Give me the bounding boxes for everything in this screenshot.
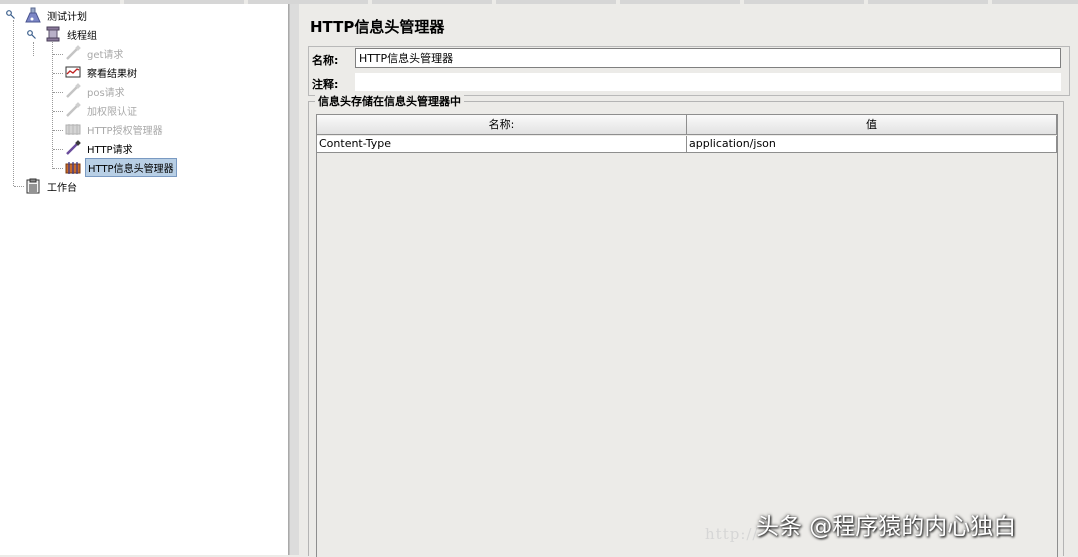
header-manager-panel: HTTP信息头管理器 名称: HTTP信息头管理器 注释: 信息头存储在信息头管… [299,4,1078,557]
tree-node-label: pos请求 [87,87,125,99]
headers-group: 信息头存储在信息头管理器中 名称: 值 Content-Type applica… [308,93,1064,557]
tree-connector [53,168,63,169]
expand-key-icon[interactable] [27,30,37,40]
column-header-value[interactable]: 值 [687,115,1057,135]
column-header-name[interactable]: 名称: [317,115,687,135]
tree-node-label: 工作台 [47,182,77,194]
tree-node-http-request[interactable]: HTTP请求 [65,139,135,157]
tree-node-test-plan[interactable]: 测试计划 [25,6,89,24]
tree-node-label: 测试计划 [47,11,87,23]
name-input[interactable]: HTTP信息头管理器 [355,48,1061,68]
comment-label: 注释: [312,78,339,91]
comment-input[interactable] [355,73,1061,91]
tree-node-http-header-manager[interactable]: HTTP信息头管理器 [65,157,177,177]
config-icon [65,124,81,135]
tree-node-view-results-tree[interactable]: 察看结果树 [65,63,139,81]
tree-node-label: HTTP信息头管理器 [85,157,177,177]
header-manager-icon [65,162,81,174]
page-title: HTTP信息头管理器 [310,18,445,36]
tree-node-get-request[interactable]: get请求 [65,44,125,62]
url-watermark: http:// [705,525,759,543]
headers-table[interactable]: 名称: 值 Content-Type application/json [316,114,1058,557]
name-comment-box: 名称: HTTP信息头管理器 注释: [308,46,1070,96]
pipette-icon [66,140,81,155]
tree-connector [13,20,14,186]
tree-connector [53,73,63,74]
table-header: 名称: 值 [317,115,1057,136]
cell-header-name[interactable]: Content-Type [317,136,687,153]
tree-node-label: 加权限认证 [87,106,137,118]
tree-node-workbench[interactable]: 工作台 [25,177,79,195]
tree-node-label: HTTP请求 [87,144,133,156]
tree-node-pos-request[interactable]: pos请求 [65,82,127,100]
name-label: 名称: [312,54,339,67]
cell-header-value[interactable]: application/json [687,136,1057,153]
watermark: 头条 @程序猿的内心独白 [756,514,1017,540]
tree-connector [53,54,63,55]
tree-connector [53,149,63,150]
tree-node-label: get请求 [87,49,124,61]
tree-node-thread-group[interactable]: 线程组 [45,25,99,43]
tree-node-label: HTTP授权管理器 [87,125,163,137]
pipette-icon [66,83,81,98]
tree-connector [33,42,34,56]
pipette-icon [66,45,81,60]
group-title: 信息头存储在信息头管理器中 [315,93,464,109]
tree-connector [53,92,63,93]
spool-icon [46,26,60,42]
graph-icon [65,66,81,78]
tree-node-label: 察看结果树 [87,68,137,80]
tree-connector [53,111,63,112]
tree-connector [14,186,24,187]
table-row[interactable]: Content-Type application/json [317,136,1057,153]
expand-key-icon[interactable] [6,10,16,20]
tree-node-auth-request[interactable]: 加权限认证 [65,101,139,119]
test-plan-tree[interactable]: 测试计划 线程组 get请求 察看结果树 pos请求 加权限认证 HTTP授权管… [0,4,289,555]
tree-node-http-auth-manager[interactable]: HTTP授权管理器 [65,120,165,138]
flask-icon [25,7,41,23]
pipette-icon [66,102,81,117]
tree-node-label: 线程组 [67,30,97,42]
clipboard-icon [26,178,40,194]
tree-connector [53,130,63,131]
